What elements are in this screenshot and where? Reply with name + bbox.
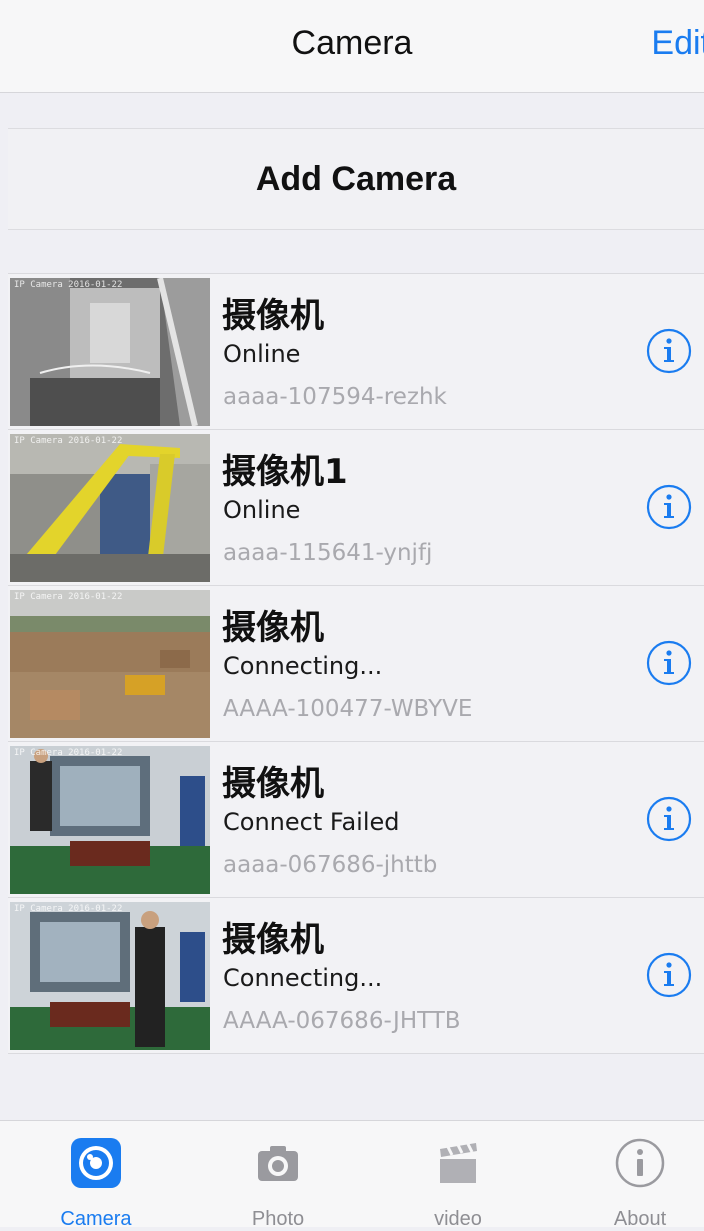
info-icon [615,1138,665,1188]
camera-id: aaaa-067686-jhttb [223,852,438,878]
photo-icon [258,1146,298,1181]
tab-label: video [434,1208,482,1230]
camera-status: Online [223,340,301,368]
info-icon[interactable] [646,328,692,374]
edit-button[interactable]: Edit [651,24,704,63]
camera-list: IP Camera 2016-01-22 摄像机 Online aaaa-107… [8,273,704,1054]
camera-thumbnail: IP Camera 2016-01-22 [10,434,210,582]
camera-row[interactable]: IP Camera 2016-01-22 摄像机 Online aaaa-107… [8,273,704,429]
camera-id: AAAA-100477-WBYVE [223,696,473,722]
clapperboard-icon [440,1143,477,1183]
camera-thumbnail: IP Camera 2016-01-22 [10,278,210,426]
tab-video[interactable]: video [370,1121,546,1230]
camera-name: 摄像机 [222,296,324,336]
camera-name: 摄像机 [222,920,324,960]
tab-photo[interactable]: Photo [190,1121,366,1230]
camera-thumbnail: IP Camera 2016-01-22 [10,590,210,738]
camera-thumbnail: IP Camera 2016-01-22 [10,746,210,894]
camera-status: Online [223,496,301,524]
camera-status: Connecting... [223,964,383,992]
camera-name: 摄像机 [222,764,324,804]
info-icon[interactable] [646,484,692,530]
camera-id: aaaa-107594-rezhk [223,384,447,410]
camera-id: AAAA-067686-JHTTB [223,1008,461,1034]
info-icon[interactable] [646,640,692,686]
camera-status: Connect Failed [223,808,400,836]
tab-camera[interactable]: Camera [8,1121,184,1230]
add-camera-button[interactable]: Add Camera [8,128,704,230]
tab-bar: Camera Photo video About [0,1120,704,1230]
tab-label: About [613,1208,667,1230]
camera-name: 摄像机1 [222,452,348,492]
camera-row[interactable]: IP Camera 2016-01-22 摄像机 Connecting... A… [8,585,704,741]
camera-row[interactable]: IP Camera 2016-01-22 摄像机 Connect Failed … [8,741,704,897]
camera-thumbnail: IP Camera 2016-01-22 [10,902,210,1050]
camera-name: 摄像机 [222,608,324,648]
page-title: Camera [291,24,413,62]
tab-label: Camera [60,1208,132,1230]
info-icon[interactable] [646,796,692,842]
camera-status: Connecting... [223,652,383,680]
camera-row[interactable]: IP Camera 2016-01-22 摄像机 Connecting... A… [8,897,704,1054]
camera-id: aaaa-115641-ynjfj [223,540,433,566]
camera-row[interactable]: IP Camera 2016-01-22 摄像机1 Online aaaa-11… [8,429,704,585]
tab-about[interactable]: About [552,1121,704,1230]
camera-tab-icon [71,1138,121,1188]
navigation-bar: Camera Edit [0,0,704,93]
tab-label: Photo [251,1208,305,1230]
info-icon[interactable] [646,952,692,998]
